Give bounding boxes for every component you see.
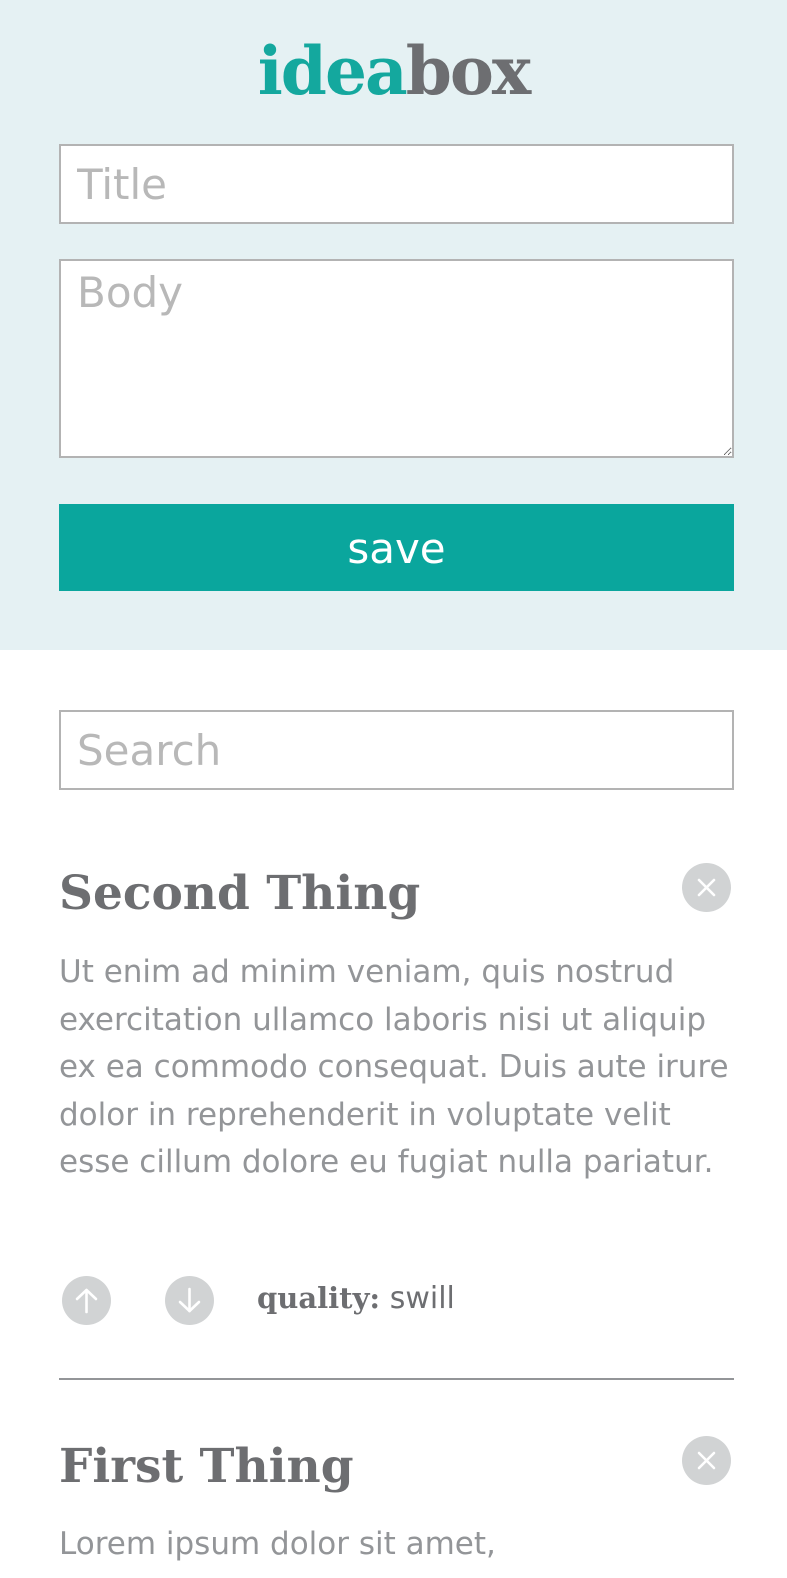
close-icon [697,1451,716,1470]
quality-label: quality: [257,1281,381,1315]
logo-box: box [405,32,532,110]
close-icon [697,878,716,897]
title-input[interactable] [59,144,734,224]
quality-indicator: quality: swill [257,1278,455,1319]
idea-body: Ut enim ad minim veniam, quis nostrud ex… [59,954,729,1180]
idea-divider [59,1378,734,1380]
arrow-down-icon [178,1287,201,1313]
app-logo: ideabox [0,26,787,116]
idea-title: First Thing [59,1439,354,1494]
idea-title: Second Thing [59,866,421,921]
arrow-up-icon [75,1288,98,1314]
quality-value: swill [389,1281,455,1316]
save-button[interactable]: save [59,504,734,591]
downvote-button[interactable] [165,1276,214,1325]
delete-button[interactable] [682,1436,731,1485]
delete-button[interactable] [682,863,731,912]
idea-body: Lorem ipsum dolor sit amet, [59,1526,496,1562]
upvote-button[interactable] [62,1276,111,1325]
body-input[interactable] [59,259,734,458]
header-panel: ideabox save [0,0,787,650]
search-input[interactable] [59,710,734,790]
logo-idea: idea [257,32,408,110]
